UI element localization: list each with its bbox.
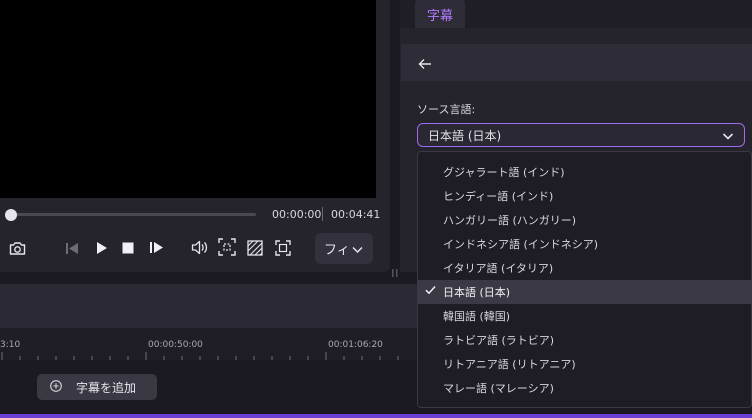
chevron-down-icon xyxy=(722,130,734,144)
bottom-accent-bar xyxy=(0,414,752,418)
seek-bar[interactable] xyxy=(6,213,256,216)
language-option[interactable]: ラトビア語 (ラトビア) xyxy=(418,328,751,352)
language-option-label: グジャラート語 (インド) xyxy=(443,166,565,179)
total-time: 00:04:41 xyxy=(331,208,381,221)
language-option-label: インドネシア語 (インドネシア) xyxy=(443,238,599,251)
panel-header xyxy=(401,44,752,81)
app-window: 00:00:00 00:04:41 フィ 3:10 00:00:50:00 00… xyxy=(0,0,752,418)
language-dropdown-list[interactable]: グジャラート語 (インド) ヒンディー語 (インド) ハンガリー語 (ハンガリー… xyxy=(417,151,752,408)
tab-subtitles[interactable]: 字幕 xyxy=(415,0,465,28)
language-option[interactable]: イタリア語 (イタリア) xyxy=(418,256,751,280)
volume-icon[interactable] xyxy=(190,239,209,255)
language-option[interactable]: ヒンディー語 (インド) xyxy=(418,184,751,208)
source-language-value: 日本語 (日本) xyxy=(428,128,502,143)
language-option-label: ラトビア語 (ラトビア) xyxy=(443,334,555,347)
stop-icon[interactable] xyxy=(121,241,134,254)
add-subtitle-label: 字幕を追加 xyxy=(76,380,137,395)
language-option[interactable]: ハンガリー語 (ハンガリー) xyxy=(418,208,751,232)
checkmark-icon xyxy=(425,285,436,298)
back-arrow-icon[interactable] xyxy=(418,55,432,74)
panel-resize-handle[interactable] xyxy=(392,262,398,277)
safe-zone-icon[interactable] xyxy=(246,239,263,256)
language-option[interactable]: グジャラート語 (インド) xyxy=(418,160,751,184)
fullscreen-icon[interactable] xyxy=(274,239,291,256)
ruler-tick-label: 00:01:06:20 xyxy=(328,340,383,350)
language-option[interactable]: 韓国語 (韓国) xyxy=(418,304,751,328)
previous-frame-icon[interactable] xyxy=(64,241,80,255)
language-option-label: イタリア語 (イタリア) xyxy=(443,262,554,275)
ruler-tick-label: 00:00:50:00 xyxy=(148,340,203,350)
language-option-label: リトアニア語 (リトアニア) xyxy=(443,358,576,371)
language-option-label: マレー語 (マレーシア) xyxy=(443,382,554,395)
preview-scrollbar[interactable] xyxy=(378,0,388,198)
ruler-tick-label: 3:10 xyxy=(0,340,21,350)
source-language-label: ソース言語: xyxy=(417,103,476,116)
language-option[interactable]: インドネシア語 (インドネシア) xyxy=(418,232,751,256)
video-preview[interactable] xyxy=(0,0,376,198)
filter-dropdown-label: フィ xyxy=(324,243,350,258)
seek-handle[interactable] xyxy=(5,209,17,221)
ruler-ticks xyxy=(1,352,399,360)
time-divider xyxy=(322,207,323,221)
current-time: 00:00:00 xyxy=(272,208,322,221)
language-option[interactable]: リトアニア語 (リトアニア) xyxy=(418,352,751,376)
filter-dropdown[interactable]: フィ xyxy=(315,233,373,264)
language-option-label: 日本語 (日本) xyxy=(443,286,511,299)
next-frame-icon[interactable] xyxy=(148,240,164,254)
chevron-down-icon xyxy=(352,243,363,258)
camera-icon[interactable] xyxy=(8,240,26,256)
language-option-label: 韓国語 (韓国) xyxy=(443,310,511,323)
language-option[interactable]: マレー語 (マレーシア) xyxy=(418,376,751,400)
language-option-selected[interactable]: 日本語 (日本) xyxy=(418,280,751,304)
add-subtitle-button[interactable]: 字幕を追加 xyxy=(37,374,157,400)
plus-circle-icon xyxy=(50,379,62,395)
play-icon[interactable] xyxy=(95,240,109,255)
fit-frame-icon[interactable] xyxy=(218,238,236,256)
source-language-select[interactable]: 日本語 (日本) xyxy=(417,123,745,147)
language-option-label: ヒンディー語 (インド) xyxy=(443,190,554,203)
language-option-label: ハンガリー語 (ハンガリー) xyxy=(443,214,577,227)
